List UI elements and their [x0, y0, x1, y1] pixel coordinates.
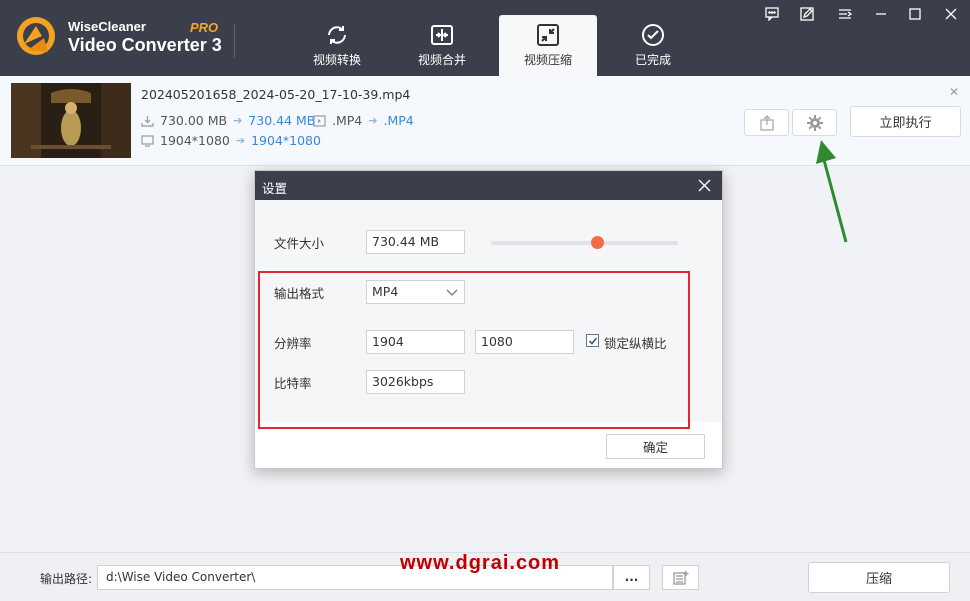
- tab-convert[interactable]: 视频转换: [288, 15, 386, 76]
- maximize-button[interactable]: [904, 4, 926, 24]
- tab-compress-label: 视频压缩: [523, 53, 572, 67]
- menu-button[interactable]: [834, 4, 856, 24]
- brand-pro-badge: PRO: [190, 20, 219, 35]
- monitor-icon: [141, 134, 154, 147]
- refresh-icon: [328, 26, 346, 44]
- video-file-icon: [313, 114, 326, 127]
- size-original: 730.00 MB: [160, 113, 228, 128]
- size-new: 730.44 MB: [248, 113, 316, 128]
- size-info: 730.00 MB ➔ 730.44 MB: [141, 113, 315, 128]
- add-output-button[interactable]: [662, 565, 699, 590]
- gear-icon: [806, 114, 823, 131]
- file-size-slider[interactable]: [491, 236, 678, 249]
- merge-icon: [431, 25, 453, 45]
- close-icon: [698, 179, 710, 191]
- annotation-arrow-icon: [816, 140, 848, 243]
- settings-button[interactable]: [792, 109, 837, 136]
- format-original: .MP4: [332, 113, 363, 128]
- check-circle-icon: [642, 24, 664, 46]
- tab-completed-label: 已完成: [634, 53, 671, 67]
- edit-button[interactable]: [796, 4, 818, 24]
- settings-dialog: 设置 文件大小 730.44 MB 输出格式 MP4 分辨率 1904 1080…: [254, 170, 723, 469]
- add-folder-icon: [672, 570, 688, 585]
- output-path-label: 输出路径:: [40, 572, 93, 586]
- arrow-icon: ➔: [368, 114, 378, 127]
- format-info: .MP4 ➔ .MP4: [313, 113, 414, 128]
- feedback-button[interactable]: [761, 4, 783, 24]
- dialog-title: 设置: [255, 171, 722, 200]
- close-button[interactable]: [940, 4, 962, 24]
- slider-thumb[interactable]: [591, 236, 605, 249]
- brand-product: Video Converter 3: [68, 35, 222, 55]
- brand-divider: [234, 24, 235, 58]
- run-now-button[interactable]: 立即执行: [850, 106, 961, 137]
- remove-file-icon[interactable]: ✕: [949, 85, 959, 99]
- export-icon: [759, 114, 774, 131]
- title-bar: WiseCleaner Video Converter 3 PRO 视频转换 视…: [0, 0, 970, 76]
- watermark-text: www.dgrai.com: [400, 552, 561, 574]
- browse-button[interactable]: ...: [613, 565, 650, 590]
- resolution-original: 1904*1080: [160, 133, 230, 148]
- brand-company: WiseCleaner: [68, 19, 146, 34]
- minimize-icon: [876, 13, 886, 15]
- highlight-box: [258, 271, 690, 429]
- minimize-button[interactable]: [870, 4, 892, 24]
- menu-icon: [839, 9, 852, 19]
- file-name: 202405201658_2024-05-20_17-10-39.mp4: [141, 87, 411, 102]
- arrow-icon: ➔: [233, 114, 243, 127]
- maximize-icon: [909, 8, 921, 20]
- resolution-new: 1904*1080: [251, 133, 321, 148]
- format-new: .MP4: [383, 113, 414, 128]
- file-size-label: 文件大小: [274, 236, 325, 251]
- compress-icon: [537, 24, 559, 46]
- close-icon: [945, 8, 957, 20]
- export-button[interactable]: [744, 109, 789, 136]
- arrow-icon: ➔: [235, 134, 246, 147]
- dialog-close-button[interactable]: [694, 175, 714, 195]
- tab-compress[interactable]: 视频压缩: [499, 15, 597, 76]
- video-thumbnail: [11, 83, 131, 158]
- file-size-input[interactable]: 730.44 MB: [366, 230, 465, 254]
- ok-button[interactable]: 确定: [606, 434, 705, 459]
- app-logo-icon: [17, 17, 55, 55]
- chat-icon: [765, 7, 779, 21]
- tab-merge[interactable]: 视频合并: [393, 15, 491, 76]
- resolution-info: 1904*1080 ➔ 1904*1080: [141, 133, 321, 148]
- tab-completed[interactable]: 已完成: [604, 15, 702, 76]
- tab-convert-label: 视频转换: [312, 53, 361, 67]
- compress-button[interactable]: 压缩: [808, 562, 950, 593]
- download-icon: [141, 115, 154, 127]
- tab-merge-label: 视频合并: [417, 53, 466, 67]
- edit-icon: [800, 7, 814, 21]
- dialog-body: 文件大小 730.44 MB 输出格式 MP4 分辨率 1904 1080 锁定…: [255, 200, 722, 429]
